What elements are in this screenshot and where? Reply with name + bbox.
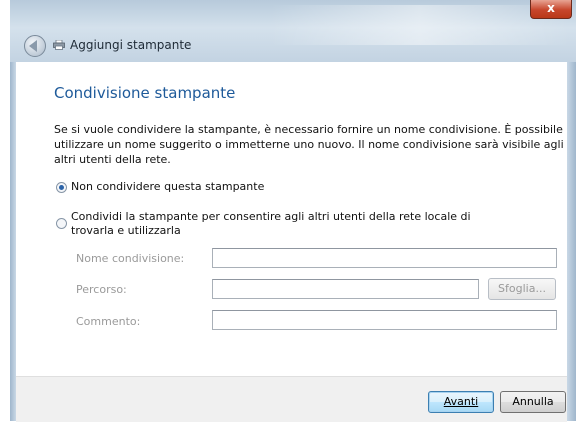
title-bar (10, 0, 576, 62)
back-arrow-icon (29, 40, 37, 52)
window-title: Aggiungi stampante (70, 38, 192, 52)
cancel-button-label: Annulla (512, 395, 554, 408)
location-input[interactable] (212, 279, 479, 299)
comment-label: Commento: (76, 315, 141, 328)
share-name-input[interactable] (212, 248, 557, 268)
share-radio[interactable] (56, 218, 67, 229)
comment-input[interactable] (212, 310, 557, 330)
add-printer-window: x Aggiungi stampante Condivisione stampa… (0, 0, 576, 422)
share-name-label: Nome condivisione: (76, 252, 185, 265)
wizard-content: Condivisione stampante Se si vuole condi… (16, 62, 567, 376)
no-share-label[interactable]: Non condividere questa stampante (71, 180, 264, 194)
back-button[interactable] (24, 35, 46, 57)
printer-icon (53, 40, 65, 50)
browse-button[interactable]: Sfoglia... (488, 278, 556, 300)
close-icon: x (547, 1, 555, 15)
share-label[interactable]: Condividi la stampante per consentire ag… (71, 210, 471, 238)
no-share-radio[interactable] (56, 182, 67, 193)
page-description: Se si vuole condividere la stampante, è … (54, 123, 564, 166)
next-button[interactable]: Avanti (428, 391, 494, 413)
button-bar: Avanti Annulla (16, 376, 567, 422)
close-button[interactable]: x (530, 0, 572, 19)
page-title: Condivisione stampante (54, 84, 236, 102)
next-button-label: Avanti (443, 395, 479, 408)
cancel-button[interactable]: Annulla (500, 391, 566, 413)
window-frame-right (567, 0, 576, 421)
location-label: Percorso: (76, 283, 127, 296)
